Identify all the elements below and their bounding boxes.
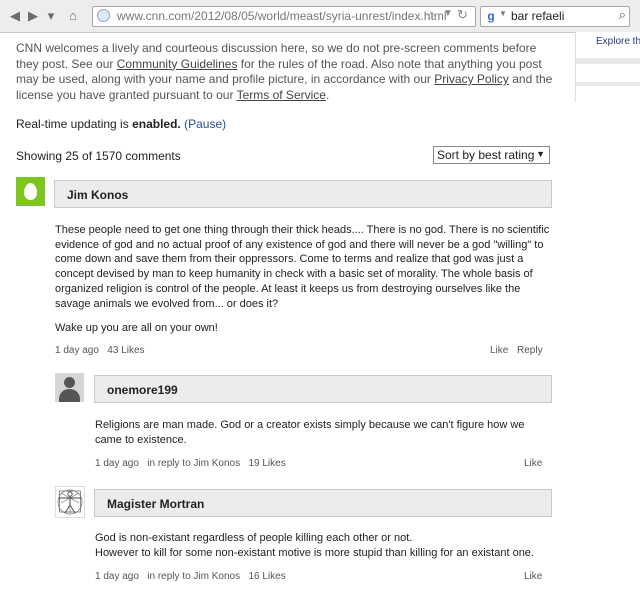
comment-author-bar: onemore199 xyxy=(94,375,552,403)
url-bar[interactable]: www.cnn.com/2012/08/05/world/meast/syria… xyxy=(92,6,476,27)
avatar[interactable] xyxy=(55,486,85,518)
search-engine-icon[interactable]: g xyxy=(484,9,498,23)
avatar[interactable] xyxy=(16,177,45,206)
search-engine-dropdown-icon[interactable]: ▼ xyxy=(499,9,507,18)
comment-text: Wake up you are all on your own! xyxy=(55,322,218,335)
comment-meta: 1 day ago 43 Likes xyxy=(55,345,145,356)
sort-select[interactable]: Sort by best rating ▼ xyxy=(433,146,550,164)
url-text[interactable]: www.cnn.com/2012/08/05/world/meast/syria… xyxy=(117,9,446,23)
home-icon[interactable]: ⌂ xyxy=(64,7,82,25)
comment-text: Religions are man made. God or a creator… xyxy=(95,419,525,446)
browser-toolbar: ◀ ▶ ▾ ⌂ www.cnn.com/2012/08/05/world/mea… xyxy=(0,0,640,33)
privacy-policy-link[interactable]: Privacy Policy xyxy=(434,72,509,86)
comment-count: Showing 25 of 1570 comments xyxy=(16,149,181,163)
like-button[interactable]: Like xyxy=(524,458,542,469)
in-reply-to-link[interactable]: in reply to Jim Konos xyxy=(147,458,240,469)
comment-meta: 1 day ago in reply to Jim Konos 19 Likes xyxy=(95,458,286,469)
history-dropdown-icon[interactable]: ▾ xyxy=(42,7,60,25)
vitruvian-man-avatar-icon xyxy=(57,489,83,515)
default-avatar-icon xyxy=(64,377,75,388)
sort-select-value[interactable]: Sort by best rating xyxy=(437,148,534,162)
search-icon[interactable]: ⌕ xyxy=(619,7,626,23)
pause-link[interactable]: (Pause) xyxy=(184,117,226,131)
side-panel: Explore the xyxy=(575,32,640,102)
realtime-label: Real-time updating is xyxy=(16,117,133,131)
comment-time[interactable]: 1 day ago xyxy=(95,571,139,582)
search-input[interactable]: bar refaeli xyxy=(511,9,564,23)
comment-time[interactable]: 1 day ago xyxy=(95,458,139,469)
side-panel-divider xyxy=(576,58,640,64)
forward-icon[interactable]: ▶ xyxy=(24,7,42,25)
explore-link[interactable]: Explore the xyxy=(596,36,640,47)
comment-body: Religions are man made. God or a creator… xyxy=(95,418,545,457)
comment-author[interactable]: onemore199 xyxy=(107,383,178,397)
comment-text: However to kill for some non-existant mo… xyxy=(95,546,534,559)
url-history-dropdown-icon[interactable]: ▼ xyxy=(443,8,453,19)
like-count[interactable]: 16 Likes xyxy=(248,571,285,582)
comment-body: These people need to get one thing throu… xyxy=(55,223,553,346)
comment-text: These people need to get one thing throu… xyxy=(55,224,550,310)
comment-text: God is non-existant regardless of people… xyxy=(95,532,413,544)
reply-button[interactable]: Reply xyxy=(517,345,543,356)
like-button[interactable]: Like xyxy=(490,345,508,356)
bookmark-star-icon[interactable]: ☆ xyxy=(425,8,437,24)
comment-meta: 1 day ago in reply to Jim Konos 16 Likes xyxy=(95,571,286,582)
comment-time[interactable]: 1 day ago xyxy=(55,345,99,356)
default-avatar-body xyxy=(59,389,80,402)
comment-author-bar: Jim Konos xyxy=(54,180,552,208)
in-reply-to-link[interactable]: in reply to Jim Konos xyxy=(147,571,240,582)
comment-author-bar: Magister Mortran xyxy=(94,489,552,517)
side-panel-divider xyxy=(576,82,640,86)
comment-author[interactable]: Magister Mortran xyxy=(107,497,204,511)
realtime-state: enabled. xyxy=(132,117,181,131)
comment-body: God is non-existant regardless of people… xyxy=(95,531,575,560)
search-bar[interactable]: g ▼ bar refaeli ⌕ xyxy=(480,6,630,27)
reload-icon[interactable]: ↻ xyxy=(457,7,468,23)
like-count[interactable]: 43 Likes xyxy=(107,345,144,356)
realtime-status: Real-time updating is enabled. (Pause) xyxy=(16,117,226,131)
comment-policy-notice: CNN welcomes a lively and courteous disc… xyxy=(16,41,556,103)
back-icon[interactable]: ◀ xyxy=(6,7,24,25)
like-button[interactable]: Like xyxy=(524,571,542,582)
comment-author[interactable]: Jim Konos xyxy=(67,188,128,202)
avatar[interactable] xyxy=(55,373,84,402)
like-count[interactable]: 19 Likes xyxy=(248,458,285,469)
terms-of-service-link[interactable]: Terms of Service xyxy=(237,88,326,102)
community-guidelines-link[interactable]: Community Guidelines xyxy=(117,57,238,71)
egg-avatar-icon xyxy=(24,183,37,200)
chevron-down-icon[interactable]: ▼ xyxy=(536,149,545,159)
notice-text: . xyxy=(325,87,330,102)
site-identity-icon[interactable] xyxy=(97,9,110,22)
